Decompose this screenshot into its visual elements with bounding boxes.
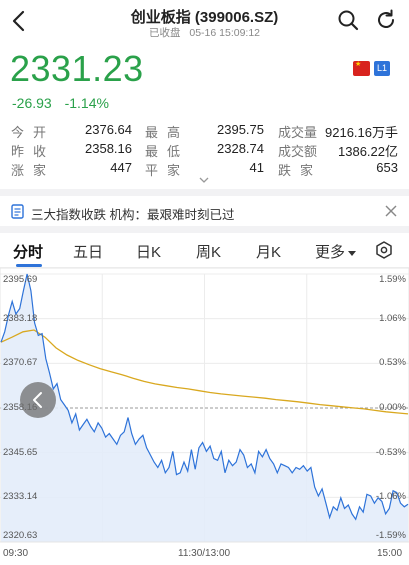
tab-five-day[interactable]: 五日 — [73, 241, 103, 262]
change-value: -26.93 — [12, 95, 52, 111]
section-divider — [0, 189, 409, 196]
stat-value: 1386.22亿 — [338, 144, 398, 159]
tab-weekly-k[interactable]: 周K — [196, 241, 221, 262]
dropdown-caret-icon — [348, 250, 357, 256]
collapse-panel-button[interactable] — [20, 382, 56, 418]
tab-more[interactable]: 更多 — [315, 241, 357, 262]
change-percent: -1.14% — [64, 95, 109, 111]
y-tick-label: 2345.65 — [3, 446, 38, 458]
section-divider — [0, 226, 409, 233]
stat-label: 成交量 — [278, 125, 318, 140]
stat-value: 2395.75 — [217, 122, 264, 137]
stat-value: 2328.74 — [217, 141, 264, 156]
stat-label: 最高 — [145, 125, 190, 140]
stats-row: 昨收 2358.16 最低 2328.74 成交额 1386.22亿 — [0, 141, 409, 159]
level-badge[interactable]: L1 — [374, 61, 390, 76]
stat-label: 涨家 — [11, 163, 56, 178]
refresh-icon[interactable] — [374, 8, 398, 32]
chevron-left-icon — [33, 392, 42, 408]
expand-chevron-icon[interactable] — [198, 176, 210, 184]
stat-label: 昨收 — [11, 144, 56, 159]
intraday-chart[interactable]: 2395.69 1.59% 2383.18 1.06% 2370.67 0.53% 2358… — [0, 268, 409, 565]
y-pct-tick-label: 0.53% — [379, 357, 406, 369]
news-doc-icon — [11, 204, 24, 219]
y-pct-tick-label: -1.59% — [375, 530, 406, 541]
tab-daily-k[interactable]: 日K — [136, 241, 161, 262]
china-flag-icon — [353, 60, 370, 76]
chart-canvas — [0, 268, 409, 543]
stat-label: 平家 — [145, 163, 190, 178]
y-tick-label: 2320.63 — [3, 530, 38, 541]
y-tick-label: 2395.69 — [3, 274, 38, 285]
stat-value: 653 — [376, 160, 398, 175]
status-datetime: 05-16 15:09:12 — [189, 27, 261, 39]
active-tab-indicator — [16, 264, 42, 267]
y-tick-label: 2370.67 — [3, 357, 38, 369]
x-tick-label: 09:30 — [3, 548, 29, 559]
current-price: 2331.23 — [10, 48, 144, 89]
stat-label: 最低 — [145, 144, 190, 159]
x-tick-label: 11:30/13:00 — [178, 548, 231, 559]
tab-more-label: 更多 — [315, 244, 346, 261]
search-icon[interactable] — [336, 8, 360, 32]
y-pct-tick-label: 1.59% — [379, 274, 406, 285]
stat-label: 跌家 — [278, 163, 323, 178]
stat-value: 447 — [110, 160, 132, 175]
nav-header: 创业板指 (399006.SZ) 已收盘 05-16 15:09:12 — [0, 0, 409, 42]
x-tick-label: 15:00 — [377, 548, 403, 559]
stat-value: 2376.64 — [85, 122, 132, 137]
tab-intraday[interactable]: 分时 — [13, 241, 43, 262]
y-tick-label: 2333.14 — [3, 491, 38, 503]
stat-value: 9216.16万手 — [325, 125, 398, 140]
stat-label: 今开 — [11, 125, 56, 140]
news-ticker[interactable]: 三大指数收跌 机构：最艰难时刻已过 — [0, 198, 409, 226]
y-pct-tick-label: 0.00% — [379, 402, 406, 413]
y-pct-tick-label: -0.53% — [375, 446, 406, 458]
news-headline[interactable]: 三大指数收跌 机构：最艰难时刻已过 — [31, 204, 234, 223]
y-tick-label: 2383.18 — [3, 312, 38, 324]
stat-value: 2358.16 — [85, 141, 132, 156]
stats-row: 今开 2376.64 最高 2395.75 成交量 9216.16万手 — [0, 122, 409, 140]
price-change: -26.93 -1.14% — [12, 95, 118, 111]
tab-monthly-k[interactable]: 月K — [256, 241, 281, 262]
y-pct-tick-label: 1.06% — [379, 312, 406, 324]
stat-label: 成交额 — [278, 144, 318, 159]
settings-icon[interactable] — [375, 241, 393, 259]
chart-tabs: 分时 五日 日K 周K 月K 更多 — [0, 234, 409, 268]
close-icon[interactable] — [384, 204, 398, 218]
y-pct-tick-label: -1.06% — [375, 491, 406, 503]
stat-value: 41 — [249, 160, 264, 175]
status-text: 已收盘 — [148, 27, 181, 39]
